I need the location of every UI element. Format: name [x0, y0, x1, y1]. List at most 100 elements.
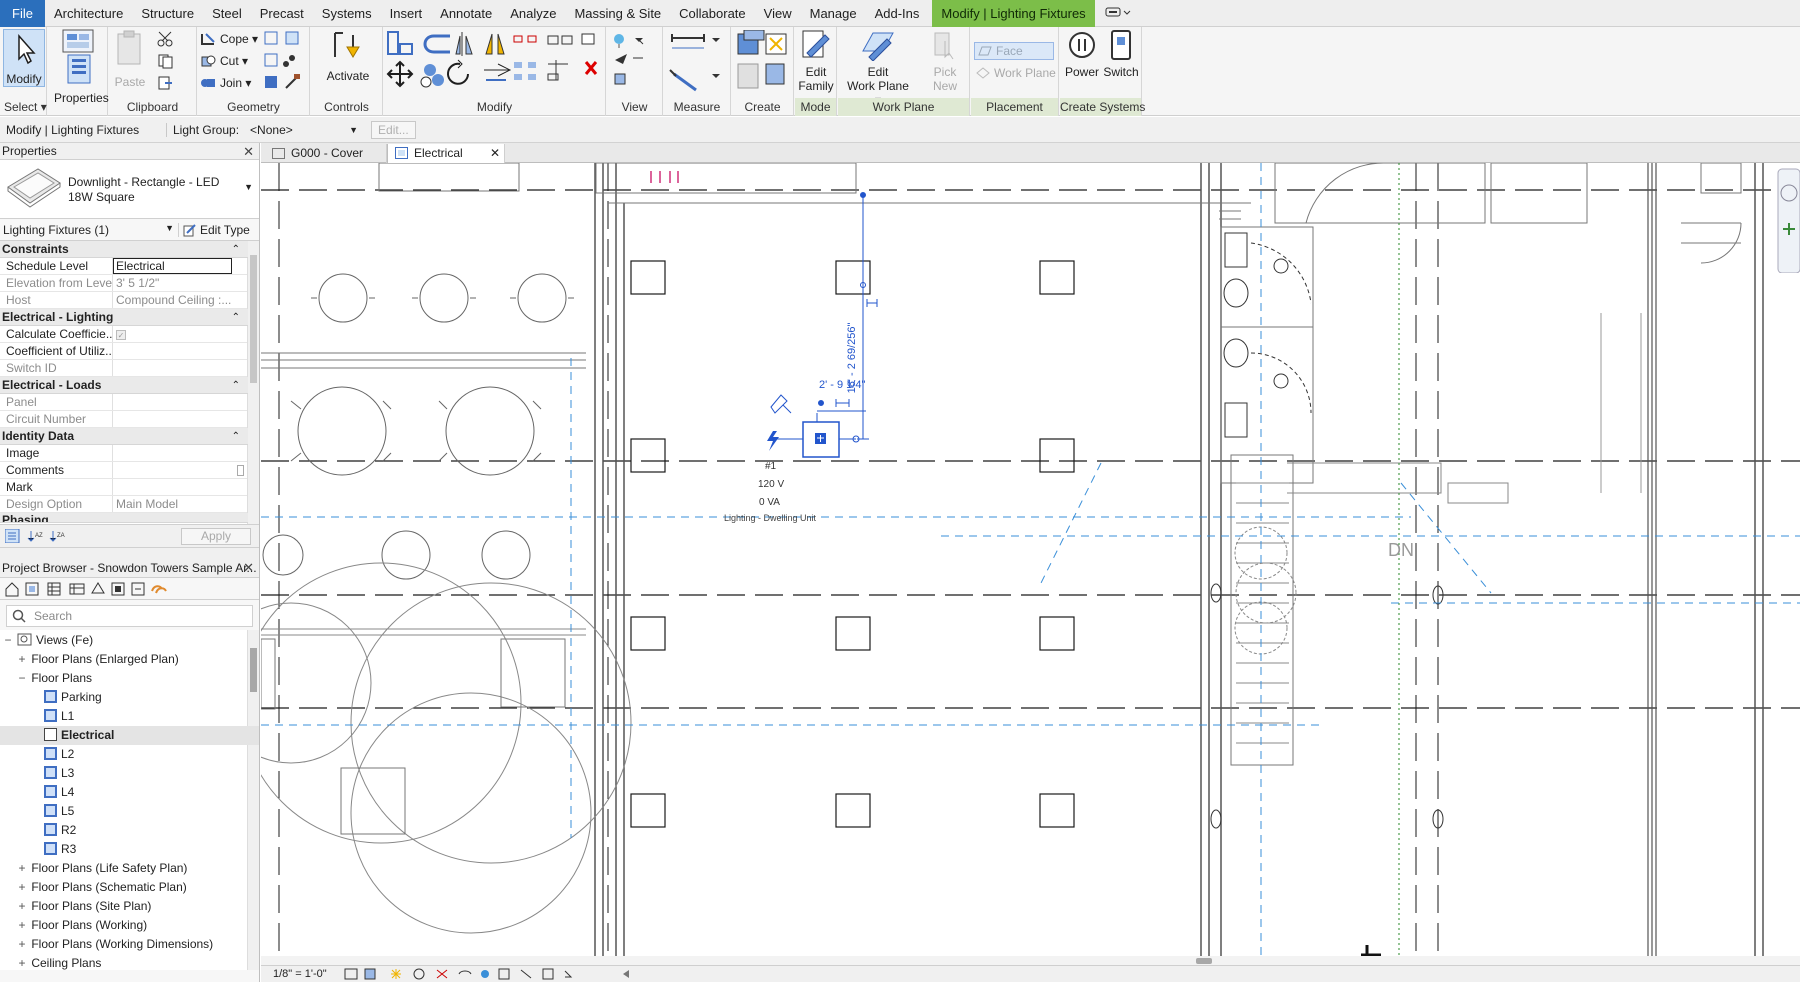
- scrollbar-thumb[interactable]: [250, 255, 257, 383]
- tree-item[interactable]: + Floor Plans (Site Plan): [0, 897, 259, 916]
- type-selector[interactable]: Downlight - Rectangle - LED 18W Square ▼: [0, 160, 259, 219]
- temporary-dimension-horizontal[interactable]: [816, 399, 866, 422]
- drawing-area[interactable]: 16' - 2 69/256" 2' - 9 1/4" #1 120 V 0 V…: [261, 163, 1800, 966]
- expand-icon[interactable]: +: [16, 935, 28, 954]
- measure-tools-icon[interactable]: [668, 30, 726, 94]
- tab-structure[interactable]: Structure: [132, 0, 203, 27]
- pick-new-button[interactable]: Pick New: [928, 29, 962, 93]
- tab-precast[interactable]: Precast: [251, 0, 313, 27]
- collapse-icon[interactable]: −: [2, 631, 14, 650]
- expand-icon[interactable]: +: [16, 878, 28, 897]
- tree-item[interactable]: + Floor Plans (Life Safety Plan): [0, 859, 259, 878]
- tab-view[interactable]: View: [755, 0, 801, 27]
- properties-scrollbar[interactable]: [247, 241, 259, 524]
- copy-icon[interactable]: [157, 53, 175, 69]
- geometry-tools-icon[interactable]: [264, 30, 304, 94]
- edit-work-plane-button[interactable]: Edit Work Plane ▾: [846, 29, 910, 107]
- create-tools-icon[interactable]: [736, 30, 790, 94]
- ribbon-display-toggle[interactable]: [1099, 0, 1137, 27]
- group-constraints[interactable]: Constraints ⌃: [0, 241, 248, 258]
- browser-toolbar-icons[interactable]: [4, 581, 170, 597]
- close-icon[interactable]: ✕: [243, 143, 254, 160]
- cut-scissors-icon[interactable]: [157, 31, 175, 47]
- edit-family-button[interactable]: Edit Family: [796, 29, 836, 93]
- tree-item[interactable]: L2: [0, 745, 259, 764]
- tab-analyze[interactable]: Analyze: [501, 0, 565, 27]
- tree-item[interactable]: + Floor Plans (Working Dimensions): [0, 935, 259, 954]
- tree-item[interactable]: R2: [0, 821, 259, 840]
- tree-item[interactable]: L1: [0, 707, 259, 726]
- expand-icon[interactable]: +: [16, 916, 28, 935]
- view-control-icons[interactable]: [343, 967, 643, 981]
- cope-button[interactable]: Cope ▾: [200, 30, 258, 48]
- scrollbar-thumb[interactable]: [1196, 958, 1212, 964]
- dimension-horizontal-text[interactable]: 2' - 9 1/4": [819, 379, 865, 391]
- close-icon[interactable]: ✕: [490, 144, 500, 162]
- tree-item[interactable]: + Floor Plans (Enlarged Plan): [0, 650, 259, 669]
- tree-item[interactable]: Parking: [0, 688, 259, 707]
- tab-annotate[interactable]: Annotate: [431, 0, 501, 27]
- browser-search-input[interactable]: Search: [6, 605, 253, 627]
- switch-system-button[interactable]: Switch: [1102, 29, 1140, 79]
- tree-item[interactable]: − Floor Plans: [0, 669, 259, 688]
- modify-button[interactable]: Modify: [3, 29, 45, 87]
- tab-modify-lighting-fixtures[interactable]: Modify | Lighting Fixtures: [932, 0, 1095, 27]
- sort-icons[interactable]: AZ ZA: [5, 529, 69, 543]
- tab-steel[interactable]: Steel: [203, 0, 251, 27]
- view-tab-electrical[interactable]: Electrical ✕: [387, 144, 505, 163]
- panel-select-title[interactable]: Select ▾: [0, 100, 47, 114]
- light-group-select[interactable]: <None> ▼: [245, 120, 363, 140]
- expand-icon[interactable]: +: [16, 954, 28, 970]
- tree-item[interactable]: + Ceiling Plans: [0, 954, 259, 970]
- paste-button[interactable]: Paste: [113, 29, 147, 89]
- tab-manage[interactable]: Manage: [801, 0, 866, 27]
- navigation-bar[interactable]: [1774, 163, 1800, 274]
- calculate-coefficient-checkbox[interactable]: ✓: [116, 330, 126, 340]
- pin-icon[interactable]: [770, 394, 792, 414]
- expand-icon[interactable]: +: [16, 897, 28, 916]
- lightning-electrical-icon[interactable]: [767, 431, 779, 451]
- tab-architecture[interactable]: Architecture: [45, 0, 132, 27]
- temporary-dimension-vertical[interactable]: [857, 192, 878, 440]
- work-plane-placement-button[interactable]: Work Plane: [976, 64, 1056, 82]
- group-electrical-loads[interactable]: Electrical - Loads ⌃: [0, 377, 248, 394]
- power-system-button[interactable]: Power: [1064, 29, 1100, 79]
- tree-item[interactable]: L4: [0, 783, 259, 802]
- instance-filter-select[interactable]: Lighting Fixtures (1) ▼: [0, 223, 178, 237]
- group-electrical-lighting[interactable]: Electrical - Lighting ⌃: [0, 309, 248, 326]
- tab-collaborate[interactable]: Collaborate: [670, 0, 755, 27]
- group-phasing[interactable]: Phasing: [0, 513, 248, 523]
- tree-item[interactable]: + Floor Plans (Schematic Plan): [0, 878, 259, 897]
- view-tools-icon[interactable]: [613, 30, 657, 94]
- prop-value-cell[interactable]: [113, 462, 248, 478]
- group-identity-data[interactable]: Identity Data ⌃: [0, 428, 248, 445]
- light-group-edit-button[interactable]: Edit...: [371, 120, 416, 139]
- collapse-icon[interactable]: −: [16, 669, 28, 688]
- tree-item[interactable]: − Views (Fe): [0, 631, 259, 650]
- tab-insert[interactable]: Insert: [381, 0, 432, 27]
- tab-massing-site[interactable]: Massing & Site: [565, 0, 670, 27]
- view-tab-cover[interactable]: G000 - Cover: [265, 144, 387, 163]
- expand-icon[interactable]: +: [16, 859, 28, 878]
- tree-item[interactable]: L5: [0, 802, 259, 821]
- tab-systems[interactable]: Systems: [313, 0, 381, 27]
- close-icon[interactable]: ✕: [243, 558, 254, 578]
- tab-add-ins[interactable]: Add-Ins: [866, 0, 929, 27]
- tab-file[interactable]: File: [0, 0, 45, 27]
- join-button[interactable]: Join ▾: [200, 74, 251, 92]
- view-scale[interactable]: 1/8" = 1'-0": [261, 968, 343, 980]
- selected-light-fixture[interactable]: [773, 421, 860, 458]
- properties-button[interactable]: Properties: [54, 29, 109, 105]
- prop-value-empty[interactable]: [113, 479, 248, 495]
- expand-icon[interactable]: +: [16, 650, 28, 669]
- tree-item[interactable]: L3: [0, 764, 259, 783]
- modify-tools-icon[interactable]: [386, 30, 600, 96]
- edit-type-button[interactable]: Edit Type: [178, 222, 250, 237]
- face-placement-button[interactable]: Face: [974, 42, 1054, 60]
- prop-value-empty[interactable]: [113, 343, 248, 359]
- activate-button[interactable]: Activate: [323, 29, 373, 83]
- tree-item[interactable]: + Floor Plans (Working): [0, 916, 259, 935]
- tree-item[interactable]: Electrical: [0, 726, 259, 745]
- apply-button[interactable]: Apply: [181, 528, 251, 545]
- schedule-level-field[interactable]: Electrical: [113, 258, 232, 274]
